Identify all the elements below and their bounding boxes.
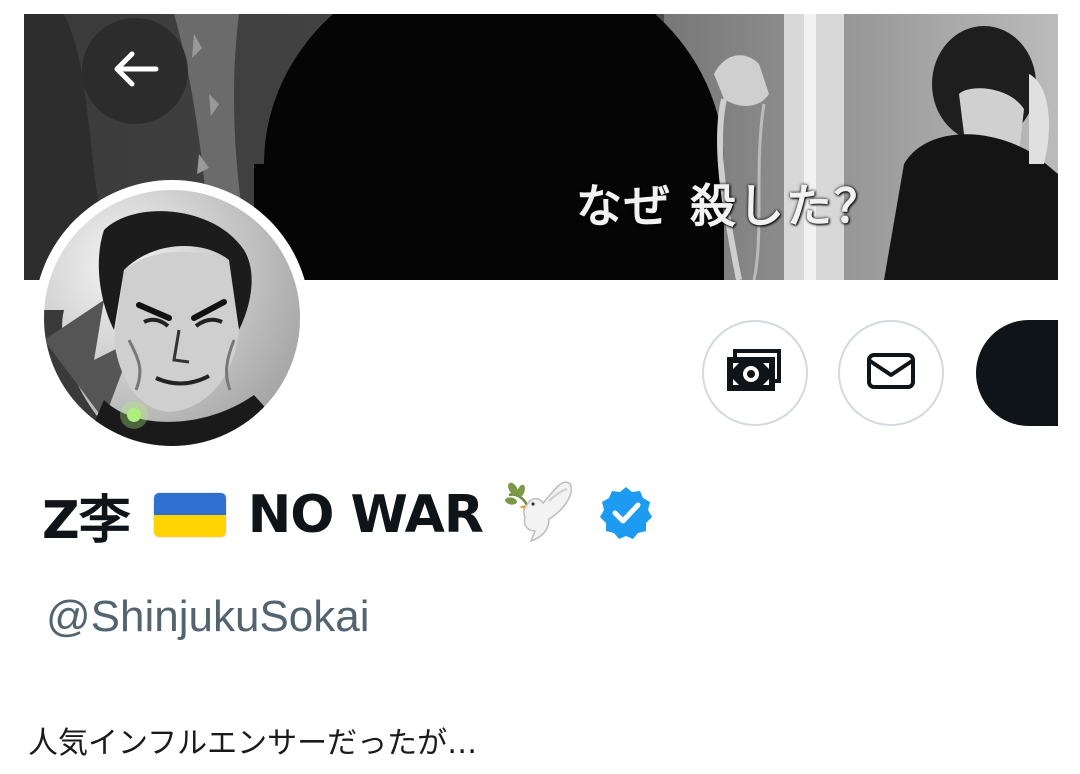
profile-handle: @ShinjukuSokai <box>46 592 370 641</box>
tips-button[interactable] <box>702 320 808 426</box>
arrow-left-icon <box>110 49 160 94</box>
ukraine-flag <box>153 493 226 537</box>
display-name-prefix: Z李 <box>42 490 131 551</box>
page: なぜ 殺した？ Z李 NO WAR @ShinjukuSokai 人気インフルエ… <box>0 0 1080 774</box>
flag-bottom-stripe <box>153 515 226 537</box>
money-tips-icon <box>725 347 785 400</box>
article-caption: 人気インフルエンサーだったが… <box>28 726 478 761</box>
avatar[interactable] <box>44 190 300 446</box>
display-name-suffix: NO WAR <box>247 485 484 545</box>
verified-badge-icon <box>597 484 655 547</box>
banner-caption: なぜ 殺した？ <box>576 179 883 233</box>
profile-card: なぜ 殺した？ Z李 NO WAR @ShinjukuSokai <box>24 14 1058 690</box>
follow-button[interactable] <box>976 320 1058 426</box>
flag-top-stripe <box>153 493 226 515</box>
message-button[interactable] <box>838 320 944 426</box>
avatar-frame <box>34 180 310 456</box>
dove-with-olive-branch-icon <box>501 475 577 556</box>
display-name-row: Z李 NO WAR <box>42 480 655 551</box>
envelope-icon <box>865 351 917 396</box>
back-button[interactable] <box>82 18 188 124</box>
